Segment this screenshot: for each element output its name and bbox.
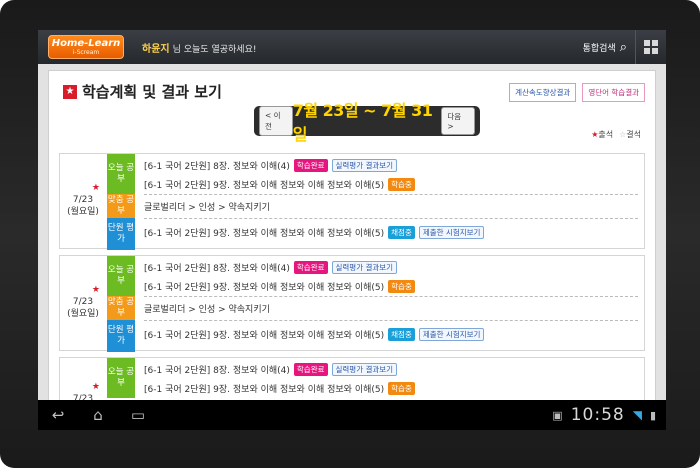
speed-result-button[interactable]: 계산속도향상결과 <box>509 83 577 102</box>
logo-sub: i-Scream <box>72 48 100 56</box>
category-unit-test: 단원 평가 <box>107 320 135 352</box>
content-area: ★ 학습계획 및 결과 보기 계산속도향상결과 영단어 학습결과 < 이전 7월… <box>38 64 666 430</box>
date-text: 7/23 <box>72 297 94 308</box>
status-badge: 학습중 <box>388 280 415 293</box>
status-badge: 채점중 <box>388 328 415 341</box>
day-date: ★ 7/23 (월요일) <box>60 256 106 350</box>
weekday-text: (월요일) <box>67 206 99 217</box>
status-badge: 학습완료 <box>293 363 328 376</box>
view-result-button[interactable]: 실력평가 결과보기 <box>331 363 398 376</box>
day-block: ★ 7/23 (월요일) 오늘 공부 맞춤 공부 단원 평가 [6-1 국어 2… <box>59 153 645 250</box>
day-block: ★ 7/23 (월요일) 오늘 공부 맞춤 공부 단원 평가 [6-1 국어 2… <box>59 255 645 352</box>
search-icon: ⌕ <box>619 39 627 55</box>
header-right: 통합검색 ⌕ <box>575 30 666 64</box>
attend-star-icon: ★ <box>91 183 100 194</box>
status-badge: 학습완료 <box>293 159 328 172</box>
study-row[interactable]: 글로벌리더 > 인성 > 약속지키기 <box>144 194 638 218</box>
view-test-button[interactable]: 제출한 시험지보기 <box>418 226 485 239</box>
logo-main: Home-Learn <box>51 37 121 49</box>
legend-absent: ☆결석 <box>619 130 641 139</box>
date-text: 7/23 <box>72 195 94 206</box>
lock-icon: ▣ <box>552 408 563 422</box>
page-title: 학습계획 및 결과 보기 <box>82 83 222 101</box>
attend-star-icon: ★ <box>91 285 100 296</box>
status-badge: 학습중 <box>388 178 415 191</box>
category-today: 오늘 공부 <box>107 358 135 398</box>
view-result-button[interactable]: 실력평가 결과보기 <box>331 159 398 172</box>
date-navigator: < 이전 7월 23일 ~ 7월 31일 다음 > <box>254 101 480 144</box>
result-links: 계산속도향상결과 영단어 학습결과 <box>509 83 645 102</box>
clock: 10:58 <box>570 405 625 425</box>
view-test-button[interactable]: 제출한 시험지보기 <box>418 328 485 341</box>
star-icon: ★ <box>63 84 77 99</box>
menu-grid-button[interactable] <box>636 30 666 64</box>
day-date: ★ 7/23 (월요일) <box>60 154 106 248</box>
app-screen: Home-Learn i-Scream 하윤지 님 오늘도 열공하세요! 통합검색… <box>38 30 666 430</box>
system-navigation-bar: ↩ ⌂ ▭ ▣ 10:58 ◥ ▮ <box>38 400 666 430</box>
view-result-button[interactable]: 실력평가 결과보기 <box>331 261 398 274</box>
study-row[interactable]: [6-1 국어 2단원] 9장. 정보와 이해 정보와 이해 정보와 이해(5)… <box>144 218 638 246</box>
study-row[interactable]: [6-1 국어 2단원] 8장. 정보와 이해(4) 학습완료 실력평가 결과보… <box>144 258 638 277</box>
next-week-button[interactable]: 다음 > <box>441 107 476 135</box>
wifi-icon: ◥ <box>632 408 642 422</box>
user-name: 하윤지 <box>142 43 170 55</box>
greeting: 하윤지 님 오늘도 열공하세요! <box>142 40 256 55</box>
app-header: Home-Learn i-Scream 하윤지 님 오늘도 열공하세요! 통합검색… <box>38 30 666 64</box>
study-row[interactable]: [6-1 국어 2단원] 8장. 정보와 이해(4) 학습완료 실력평가 결과보… <box>144 156 638 175</box>
category-today: 오늘 공부 <box>107 154 135 194</box>
study-row[interactable]: [6-1 국어 2단원] 8장. 정보와 이해(4) 학습완료 실력평가 결과보… <box>144 360 638 379</box>
grid-icon <box>644 40 658 54</box>
study-row[interactable]: 글로벌리더 > 인성 > 약속지키기 <box>144 296 638 320</box>
greeting-text: 님 오늘도 열공하세요! <box>172 44 257 55</box>
search-label: 통합검색 <box>582 43 616 54</box>
attend-star-icon: ★ <box>91 382 100 392</box>
study-row[interactable]: [6-1 국어 2단원] 9장. 정보와 이해 정보와 이해 정보와 이해(5)… <box>144 277 638 296</box>
prev-week-button[interactable]: < 이전 <box>259 106 293 136</box>
content-card: ★ 학습계획 및 결과 보기 계산속도향상결과 영단어 학습결과 < 이전 7월… <box>48 70 656 430</box>
attendance-legend: ★출석 ☆결석 <box>591 129 641 140</box>
vocab-result-button[interactable]: 영단어 학습결과 <box>582 83 645 102</box>
category-today: 오늘 공부 <box>107 256 135 296</box>
battery-icon: ▮ <box>649 408 656 422</box>
status-badge: 학습중 <box>388 382 415 395</box>
integrated-search-button[interactable]: 통합검색 ⌕ <box>575 30 636 64</box>
home-learn-logo[interactable]: Home-Learn i-Scream <box>48 35 124 59</box>
category-unit-test: 단원 평가 <box>107 218 135 250</box>
recent-apps-icon[interactable]: ▭ <box>118 406 158 424</box>
date-range: 7월 23일 ~ 7월 31일 <box>292 101 433 144</box>
study-row[interactable]: [6-1 국어 2단원] 9장. 정보와 이해 정보와 이해 정보와 이해(5)… <box>144 320 638 348</box>
study-row[interactable]: [6-1 국어 2단원] 9장. 정보와 이해 정보와 이해 정보와 이해(5)… <box>144 175 638 194</box>
home-icon[interactable]: ⌂ <box>78 406 118 424</box>
study-row[interactable]: [6-1 국어 2단원] 9장. 정보와 이해 정보와 이해 정보와 이해(5)… <box>144 379 638 398</box>
title-row: ★ 학습계획 및 결과 보기 <box>63 81 222 102</box>
weekday-text: (월요일) <box>67 308 99 319</box>
back-icon[interactable]: ↩ <box>38 406 78 424</box>
status-badge: 학습완료 <box>293 261 328 274</box>
category-custom: 맞춤 공부 <box>107 296 135 320</box>
status-area: ▣ 10:58 ◥ ▮ <box>552 405 656 425</box>
status-badge: 채점중 <box>388 226 415 239</box>
category-custom: 맞춤 공부 <box>107 194 135 218</box>
legend-attend: ★출석 <box>591 130 614 139</box>
